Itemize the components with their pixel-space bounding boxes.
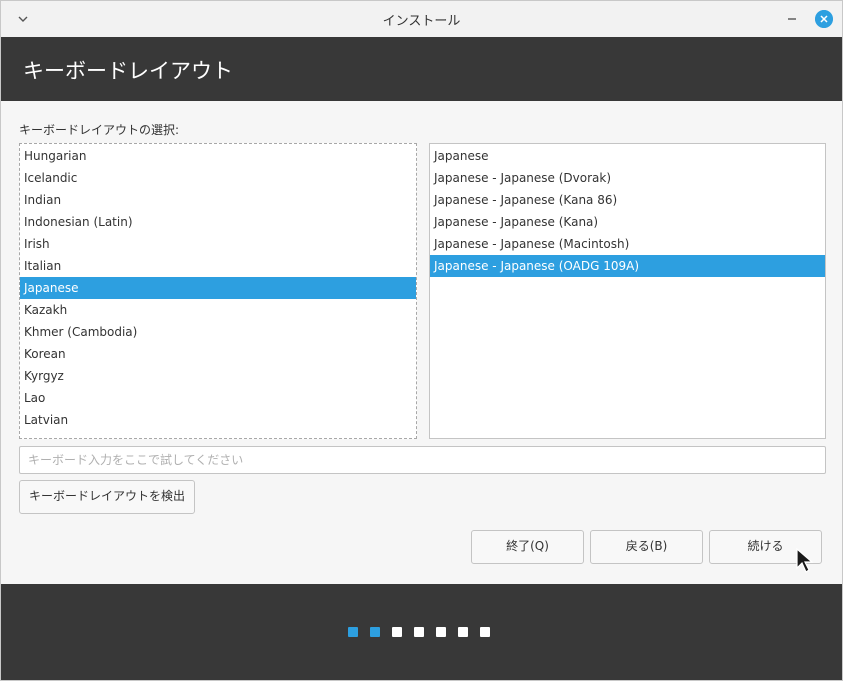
layout-list-item[interactable]: Kazakh xyxy=(20,299,416,321)
layout-list-item[interactable]: Korean xyxy=(20,343,416,365)
footer-bar xyxy=(1,584,842,680)
keyboard-layout-list[interactable]: Hungarian Icelandic Indian Indonesian (Lati… xyxy=(19,143,417,439)
layout-list-item[interactable]: Irish xyxy=(20,233,416,255)
minimize-icon[interactable] xyxy=(783,10,801,28)
layout-list-item[interactable]: Icelandic xyxy=(20,167,416,189)
layout-list-item[interactable]: Indian xyxy=(20,189,416,211)
progress-step-dot xyxy=(348,627,358,637)
keyboard-variant-list[interactable]: Japanese Japanese - Japanese (Dvorak) Japa… xyxy=(429,143,826,439)
progress-step-dot xyxy=(392,627,402,637)
main-content: キーボードレイアウトの選択: Hungarian Icelandic Indian I… xyxy=(1,101,842,584)
progress-indicator xyxy=(348,627,490,637)
variant-list-item[interactable]: Japanese - Japanese (OADG 109A) xyxy=(430,255,825,277)
progress-step-dot xyxy=(414,627,424,637)
layout-list-item[interactable]: Khmer (Cambodia) xyxy=(20,321,416,343)
progress-step-dot xyxy=(370,627,380,637)
page-title: キーボードレイアウト xyxy=(23,59,233,83)
detect-layout-button[interactable]: キーボードレイアウトを検出 xyxy=(19,480,195,514)
layout-list-item[interactable]: Japanese xyxy=(20,277,416,299)
variant-list-item[interactable]: Japanese - Japanese (Kana) xyxy=(430,211,825,233)
variant-list-item[interactable]: Japanese xyxy=(430,145,825,167)
variant-list-item[interactable]: Japanese - Japanese (Dvorak) xyxy=(430,167,825,189)
window-title: インストール xyxy=(382,14,461,29)
layout-list-item[interactable]: Indonesian (Latin) xyxy=(20,211,416,233)
layout-select-label: キーボードレイアウトの選択: xyxy=(19,123,180,137)
title-bar: インストール xyxy=(1,1,842,37)
variant-list-item[interactable]: Japanese - Japanese (Kana 86) xyxy=(430,189,825,211)
layout-list-item[interactable]: Latvian xyxy=(20,409,416,431)
progress-step-dot xyxy=(480,627,490,637)
layout-list-item[interactable]: Kyrgyz xyxy=(20,365,416,387)
installer-window: インストール キーボードレイアウト キーボードレイアウトの選択: Hungari… xyxy=(0,0,843,681)
mouse-cursor-icon xyxy=(796,548,814,573)
back-button[interactable]: 戻る(B) xyxy=(590,530,703,564)
page-header: キーボードレイアウト xyxy=(1,37,842,101)
keyboard-test-input[interactable] xyxy=(19,446,826,474)
progress-step-dot xyxy=(436,627,446,637)
quit-button[interactable]: 終了(Q) xyxy=(471,530,584,564)
layout-list-item[interactable]: Italian xyxy=(20,255,416,277)
close-icon[interactable] xyxy=(815,10,833,28)
layout-list-item[interactable]: Hungarian xyxy=(20,145,416,167)
layout-list-item[interactable]: Lao xyxy=(20,387,416,409)
variant-list-item[interactable]: Japanese - Japanese (Macintosh) xyxy=(430,233,825,255)
progress-step-dot xyxy=(458,627,468,637)
